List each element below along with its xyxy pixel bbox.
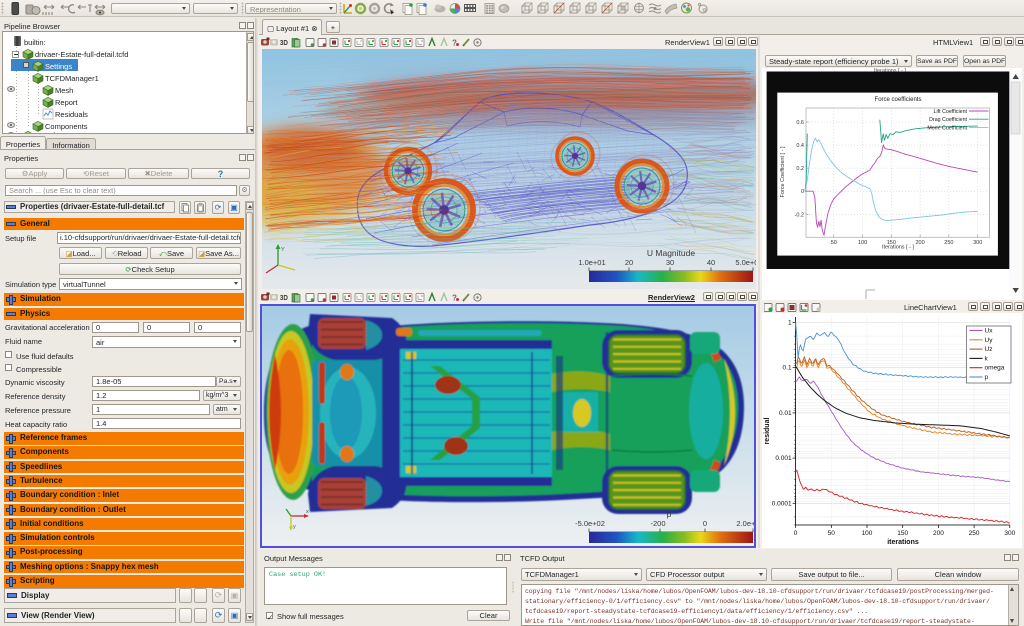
svg-text:0.0001: 0.0001 — [772, 500, 792, 507]
svg-text:0.1: 0.1 — [783, 365, 792, 372]
svg-text:Lift Coefficient: Lift Coefficient — [934, 109, 968, 115]
svg-text:30: 30 — [666, 258, 674, 267]
svg-text:-200: -200 — [650, 519, 665, 528]
svg-text:Iterations [ - ]: Iterations [ - ] — [882, 245, 915, 251]
svg-text:Uy: Uy — [985, 337, 994, 344]
svg-text:y: y — [293, 524, 296, 530]
svg-text:omega: omega — [985, 365, 1005, 372]
svg-text:40: 40 — [707, 258, 715, 267]
svg-text:0.2: 0.2 — [796, 166, 804, 172]
svg-text:0.01: 0.01 — [779, 410, 792, 417]
svg-text:200: 200 — [916, 240, 925, 246]
svg-text:1: 1 — [788, 320, 792, 327]
svg-text:U Magnitude: U Magnitude — [647, 248, 695, 258]
svg-text:300: 300 — [1004, 530, 1015, 537]
svg-text:0: 0 — [794, 530, 798, 537]
svg-text:0.001: 0.001 — [775, 455, 792, 462]
svg-text:0: 0 — [703, 519, 707, 528]
svg-text:Y: Y — [281, 247, 285, 253]
svg-text:p: p — [985, 374, 989, 381]
svg-text:3D: 3D — [280, 40, 288, 47]
svg-text:100: 100 — [862, 530, 873, 537]
svg-text:0: 0 — [801, 189, 804, 195]
svg-text:150: 150 — [897, 530, 908, 537]
svg-text:Force coefficients: Force coefficients — [875, 97, 922, 103]
svg-text:Force Coefficient [ - ]: Force Coefficient [ - ] — [780, 146, 786, 197]
svg-text:100: 100 — [858, 240, 867, 246]
svg-text:-5.0e+02: -5.0e+02 — [575, 519, 605, 528]
svg-text:Uz: Uz — [985, 346, 993, 353]
svg-text:1.0e+01: 1.0e+01 — [578, 258, 605, 267]
svg-text:5.0e+01: 5.0e+01 — [735, 258, 756, 267]
svg-text:iterations: iterations — [887, 539, 919, 546]
svg-text:2.0e+0: 2.0e+0 — [736, 519, 754, 528]
svg-text:0.6: 0.6 — [796, 120, 804, 126]
svg-text:250: 250 — [969, 530, 980, 537]
svg-text:0.4: 0.4 — [796, 143, 804, 149]
svg-text:Mom! Coefficient: Mom! Coefficient — [927, 125, 967, 131]
svg-text:?: ? — [452, 39, 457, 48]
svg-text:50: 50 — [828, 530, 836, 537]
svg-text:250: 250 — [944, 240, 953, 246]
svg-text:residual: residual — [764, 418, 771, 445]
svg-text:50: 50 — [831, 240, 837, 246]
svg-text:-0.2: -0.2 — [795, 212, 804, 218]
svg-text:Drag Coefficient: Drag Coefficient — [929, 117, 967, 123]
svg-text:20: 20 — [625, 258, 633, 267]
svg-text:p: p — [667, 509, 672, 519]
svg-text:?: ? — [452, 294, 457, 303]
svg-text:200: 200 — [933, 530, 944, 537]
svg-text:x: x — [306, 509, 309, 515]
svg-text:300: 300 — [973, 240, 982, 246]
svg-text:3D: 3D — [280, 295, 288, 302]
svg-text:Ux: Ux — [985, 328, 994, 335]
